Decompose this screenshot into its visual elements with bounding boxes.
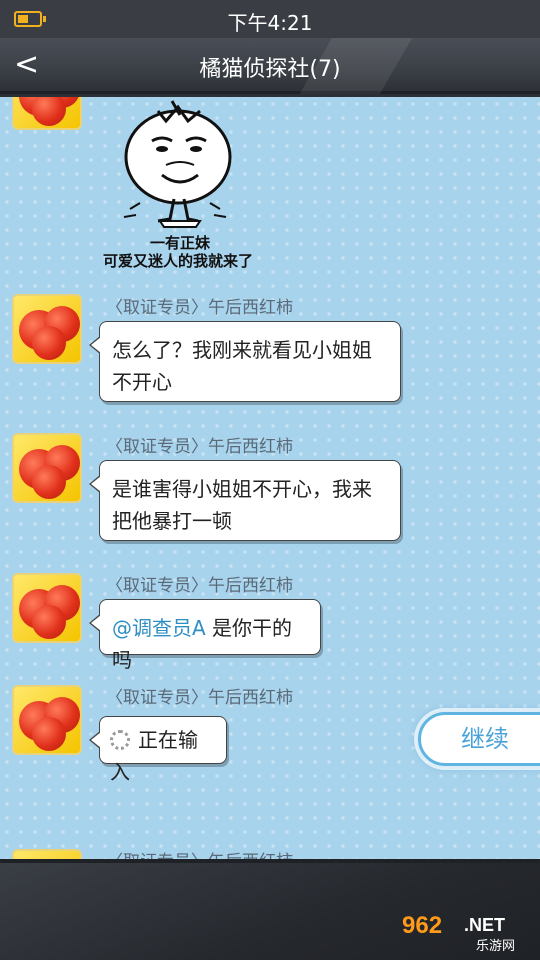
avatar[interactable] [12, 294, 82, 364]
message-bubble[interactable]: 怎么了？我刚来就看见小姐姐不开心 [89, 321, 401, 402]
sender-name: 〈取证专员〉午后西红柿 [106, 688, 293, 708]
watermark-number: 962 [402, 912, 443, 939]
sender-name: 〈取证专员〉午后西红柿 [106, 576, 293, 596]
message-text: 是谁害得小姐姐不开心，我来把他暴打一顿 [112, 477, 372, 533]
mention-link[interactable]: @调查员A [112, 616, 206, 640]
typing-bubble: 正在输入 [89, 716, 227, 784]
avatar[interactable] [12, 97, 82, 130]
avatar[interactable] [12, 433, 82, 503]
watermark-tld: .NET [464, 915, 506, 935]
message-bubble[interactable]: 是谁害得小姐姐不开心，我来把他暴打一顿 [89, 460, 401, 541]
loading-spinner-icon [110, 729, 130, 750]
avatar[interactable] [12, 573, 82, 643]
continue-button[interactable]: 继续 [418, 712, 540, 766]
sticker-caption-2: 可爱又迷人的我就来了 [103, 252, 254, 270]
status-bar: 下午4:21 [0, 0, 540, 38]
sender-name: 〈取证专员〉午后西红柿 [106, 298, 293, 318]
watermark-logo: 962 .NET 乐游网 [402, 912, 536, 956]
status-time: 下午4:21 [227, 11, 313, 35]
message-text: 怎么了？我刚来就看见小姐姐不开心 [112, 338, 372, 394]
header-bar: < 橘猫侦探社(7) [0, 38, 540, 94]
sender-name: 〈取证专员〉午后西红柿 [106, 852, 293, 863]
avatar[interactable] [12, 849, 82, 863]
message-bubble[interactable]: @调查员A 是你干的吗 [89, 599, 321, 672]
chat-title: 橘猫侦探社(7) [199, 57, 341, 82]
sender-name: 〈取证专员〉午后西红柿 [106, 437, 293, 457]
avatar[interactable] [12, 685, 82, 755]
watermark-site: 乐游网 [476, 939, 516, 954]
